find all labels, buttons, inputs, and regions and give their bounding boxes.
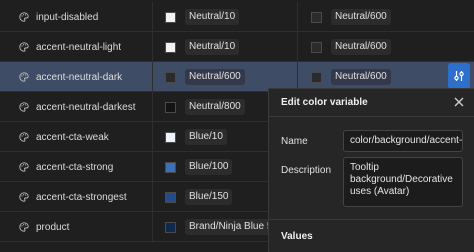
variable-name: accent-neutral-darkest bbox=[36, 101, 136, 113]
color-alias-chip[interactable]: Blue/10 bbox=[185, 129, 227, 145]
color-alias-chip[interactable]: Blue/150 bbox=[185, 189, 233, 205]
table-row[interactable]: input-disabled Neutral/10 Neutral/600 bbox=[0, 2, 474, 32]
variable-name-cell: product bbox=[0, 212, 153, 242]
variable-name-cell: accent-cta-strongest bbox=[0, 182, 153, 212]
edit-color-variable-panel: Edit color variable Name color/backgroun… bbox=[268, 88, 474, 252]
color-swatch bbox=[165, 41, 176, 53]
panel-title: Edit color variable bbox=[281, 97, 368, 108]
variable-name: accent-cta-strong bbox=[36, 161, 114, 173]
description-field[interactable]: Tooltip background/Decorative uses (Avat… bbox=[343, 157, 463, 207]
color-swatch bbox=[165, 101, 176, 113]
color-swatch bbox=[311, 71, 322, 83]
color-palette-icon bbox=[19, 102, 29, 112]
mode-value-cell-2[interactable]: Neutral/600 bbox=[298, 32, 448, 62]
color-swatch bbox=[165, 131, 176, 143]
name-field[interactable]: color/background/accent-... bbox=[343, 130, 463, 152]
name-label: Name bbox=[281, 136, 308, 147]
color-swatch bbox=[311, 11, 322, 23]
variable-name: accent-neutral-dark bbox=[36, 71, 123, 83]
mode-value-cell-2[interactable]: Neutral/600 bbox=[298, 2, 448, 32]
color-alias-chip[interactable]: Neutral/10 bbox=[185, 39, 240, 55]
color-alias-chip[interactable]: Neutral/600 bbox=[331, 9, 391, 25]
color-swatch bbox=[311, 41, 322, 53]
variable-name-cell: input-disabled bbox=[0, 2, 153, 32]
edit-variable-button[interactable] bbox=[448, 63, 470, 89]
color-palette-icon bbox=[19, 192, 29, 202]
color-palette-icon bbox=[19, 162, 29, 172]
variable-name: accent-cta-strongest bbox=[36, 191, 127, 203]
color-alias-chip[interactable]: Neutral/600 bbox=[331, 69, 391, 85]
mode-value-cell-1[interactable]: Neutral/10 bbox=[153, 2, 298, 32]
color-alias-chip[interactable]: Neutral/800 bbox=[185, 99, 245, 115]
variable-name-cell: accent-cta-weak bbox=[0, 122, 153, 152]
description-label: Description bbox=[281, 165, 332, 176]
variable-name-cell: accent-neutral-darkest bbox=[0, 92, 153, 122]
sliders-icon bbox=[454, 71, 464, 81]
color-palette-icon bbox=[19, 12, 29, 22]
color-palette-icon bbox=[19, 72, 29, 82]
color-alias-chip[interactable]: Neutral/600 bbox=[185, 69, 245, 85]
color-alias-chip[interactable]: Neutral/10 bbox=[185, 9, 240, 25]
color-palette-icon bbox=[19, 222, 29, 232]
variable-name-cell: accent-neutral-light bbox=[0, 32, 153, 62]
color-swatch bbox=[165, 71, 176, 83]
panel-header: Edit color variable bbox=[269, 89, 474, 117]
variable-name: product bbox=[36, 221, 70, 233]
color-palette-icon bbox=[19, 42, 29, 52]
values-heading: Values bbox=[281, 231, 313, 242]
color-alias-chip[interactable]: Blue/100 bbox=[185, 159, 233, 175]
color-swatch bbox=[165, 191, 176, 203]
variable-name: input-disabled bbox=[36, 11, 99, 23]
color-swatch bbox=[165, 161, 176, 173]
color-swatch bbox=[165, 221, 176, 233]
panel-divider bbox=[269, 219, 474, 220]
close-icon[interactable] bbox=[453, 96, 465, 108]
color-alias-chip[interactable]: Neutral/600 bbox=[331, 39, 391, 55]
variable-name: accent-neutral-light bbox=[36, 41, 122, 53]
mode-value-cell-1[interactable]: Neutral/10 bbox=[153, 32, 298, 62]
variable-name-cell: accent-cta-strong bbox=[0, 152, 153, 182]
variable-name: accent-cta-weak bbox=[36, 131, 109, 143]
color-palette-icon bbox=[19, 132, 29, 142]
table-row[interactable]: accent-neutral-light Neutral/10 Neutral/60… bbox=[0, 32, 474, 62]
color-swatch bbox=[165, 11, 176, 23]
variable-name-cell: accent-neutral-dark bbox=[0, 62, 153, 92]
